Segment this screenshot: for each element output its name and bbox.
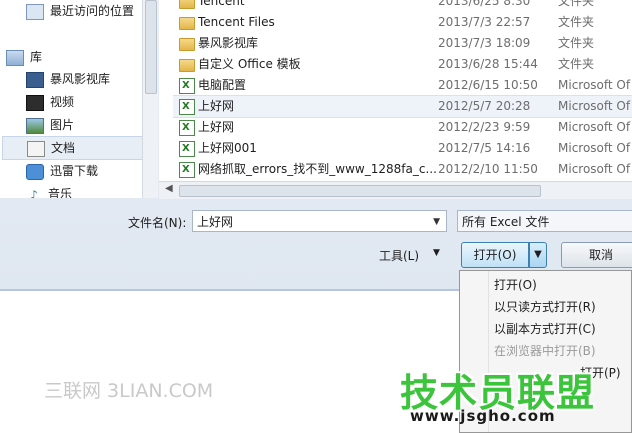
file-name: 自定义 Office 模板: [198, 57, 301, 71]
file-date: 2012/2/23 9:59: [438, 120, 531, 134]
file-date: 2012/2/10 11:50: [438, 162, 538, 176]
menu-item-open-read-only[interactable]: 以只读方式打开(R): [494, 296, 596, 318]
video-library-icon: [26, 71, 44, 88]
navigation-scrollbar-thumb[interactable]: [145, 0, 157, 94]
tools-chevron-down-icon[interactable]: ▼: [433, 248, 440, 258]
filename-label: 文件名(N):: [128, 216, 187, 230]
sidebar-item-label: 图片: [50, 118, 75, 132]
file-type: Microsoft Of: [558, 162, 631, 176]
chevron-down-icon[interactable]: ▼: [433, 211, 440, 233]
sidebar-item-recent-places[interactable]: 最近访问的位置: [26, 0, 134, 22]
file-date: 2013/7/3 22:57: [438, 15, 531, 29]
file-list: Tencent 2013/6/25 8:30 文件夹 Tencent Files…: [159, 0, 632, 181]
excel-file-icon: [179, 117, 195, 138]
file-list-horizontal-scrollbar[interactable]: ◀: [159, 181, 632, 199]
file-name: 电脑配置: [198, 78, 247, 92]
file-type: Microsoft Of: [558, 141, 631, 155]
open-dropdown-arrow-icon[interactable]: ▼: [529, 242, 547, 268]
file-name: 上好网: [198, 99, 235, 113]
file-row[interactable]: 网络抓取_errors_找不到_www_1288fa_c... 2012/2/1…: [173, 159, 632, 180]
scroll-left-arrow-icon[interactable]: ◀: [165, 183, 173, 194]
filename-input[interactable]: 上好网 ▼: [192, 210, 447, 232]
sidebar-item-label: 音乐: [48, 187, 73, 198]
folder-icon: [179, 17, 195, 30]
excel-file-icon: [179, 96, 195, 117]
picture-icon: [26, 117, 44, 134]
sidebar-item-label: 迅雷下载: [50, 164, 99, 178]
sidebar-item-label: 库: [30, 50, 43, 64]
menu-item-open-in-browser: 在浏览器中打开(B): [494, 344, 596, 358]
open-button-label: 打开(O): [473, 248, 517, 262]
folder-icon: [179, 38, 195, 51]
file-type: 文件夹: [558, 0, 595, 8]
file-date: 2012/6/15 10:50: [438, 78, 538, 92]
file-type: 文件夹: [558, 57, 595, 71]
tools-menu-label[interactable]: 工具(L): [379, 247, 419, 264]
filetype-value: 所有 Excel 文件: [462, 215, 550, 229]
sidebar-item-library[interactable]: 库: [6, 46, 42, 68]
sidebar-item-video-library[interactable]: 暴风影视库: [26, 68, 110, 90]
sidebar-item-pictures[interactable]: 图片: [26, 114, 74, 136]
folder-icon: [179, 0, 195, 9]
sidebar-item-music[interactable]: ♪ 音乐: [26, 183, 72, 198]
file-name: Tencent Files: [198, 15, 275, 29]
file-date: 2013/7/3 18:09: [438, 36, 531, 50]
file-row[interactable]: Tencent 2013/6/25 8:30 文件夹: [173, 0, 632, 12]
horizontal-scrollbar-thumb[interactable]: [179, 185, 541, 197]
file-date: 2013/6/28 15:44: [438, 57, 538, 71]
navigation-scrollbar[interactable]: [142, 0, 158, 198]
sidebar-item-downloads[interactable]: 迅雷下载: [26, 160, 98, 182]
watermark-url: www.jsgho.com: [410, 407, 556, 425]
file-row[interactable]: 暴风影视库 2013/7/3 18:09 文件夹: [173, 33, 632, 54]
document-icon: [27, 140, 45, 157]
download-icon: [26, 163, 44, 180]
file-type: 文件夹: [558, 36, 595, 50]
file-row[interactable]: 上好网001 2012/7/5 14:16 Microsoft Of: [173, 138, 632, 159]
file-name: 上好网: [198, 120, 235, 134]
file-type: Microsoft Of: [558, 78, 631, 92]
menu-item-open[interactable]: 打开(O): [494, 274, 537, 296]
file-row[interactable]: 自定义 Office 模板 2013/6/28 15:44 文件夹: [173, 54, 632, 75]
file-row[interactable]: 上好网 2012/2/23 9:59 Microsoft Of: [173, 117, 632, 138]
file-name: 网络抓取_errors_找不到_www_1288fa_c...: [198, 162, 437, 176]
open-button[interactable]: 打开(O): [461, 242, 529, 268]
sidebar-item-label: 文档: [51, 141, 76, 155]
sidebar-item-label: 视频: [50, 95, 75, 109]
file-type: 文件夹: [558, 15, 595, 29]
navigation-pane: 最近访问的位置 库 暴风影视库 视频 图片 文档 迅雷下载 ♪ 音乐: [0, 0, 158, 198]
file-row[interactable]: Tencent Files 2013/7/3 22:57 文件夹: [173, 12, 632, 33]
file-name: Tencent: [198, 0, 245, 8]
file-name: 暴风影视库: [198, 36, 259, 50]
file-open-dialog: 最近访问的位置 库 暴风影视库 视频 图片 文档 迅雷下载 ♪ 音乐 Tencen…: [0, 0, 632, 291]
video-icon: [26, 94, 44, 111]
filename-value: 上好网: [197, 215, 234, 229]
sidebar-item-documents[interactable]: 文档: [2, 136, 156, 160]
folder-icon: [179, 59, 195, 72]
cancel-button[interactable]: 取消: [561, 242, 632, 268]
file-date: 2013/6/25 8:30: [438, 0, 531, 8]
cancel-button-label: 取消: [588, 248, 613, 262]
sidebar-item-label: 最近访问的位置: [50, 4, 135, 18]
file-name: 上好网001: [198, 141, 257, 155]
watermark-3lian: 三联网 3LIAN.COM: [44, 380, 214, 402]
excel-file-icon: [179, 138, 195, 159]
filetype-select[interactable]: 所有 Excel 文件: [457, 210, 632, 232]
library-icon: [6, 49, 24, 66]
file-row-selected[interactable]: 上好网 2012/5/7 20:28 Microsoft Of: [173, 95, 632, 118]
excel-file-icon: [179, 75, 195, 96]
music-icon: ♪: [30, 187, 38, 199]
menu-item-open-as-copy[interactable]: 以副本方式打开(C): [494, 318, 596, 340]
file-type: Microsoft Of: [558, 120, 631, 134]
sidebar-item-label: 暴风影视库: [50, 72, 111, 86]
file-row[interactable]: 电脑配置 2012/6/15 10:50 Microsoft Of: [173, 75, 632, 96]
recent-places-icon: [26, 3, 44, 20]
file-date: 2012/7/5 14:16: [438, 141, 531, 155]
sidebar-item-video[interactable]: 视频: [26, 91, 74, 113]
excel-file-icon: [179, 159, 195, 180]
file-date: 2012/5/7 20:28: [438, 99, 531, 113]
file-type: Microsoft Of: [558, 99, 631, 113]
